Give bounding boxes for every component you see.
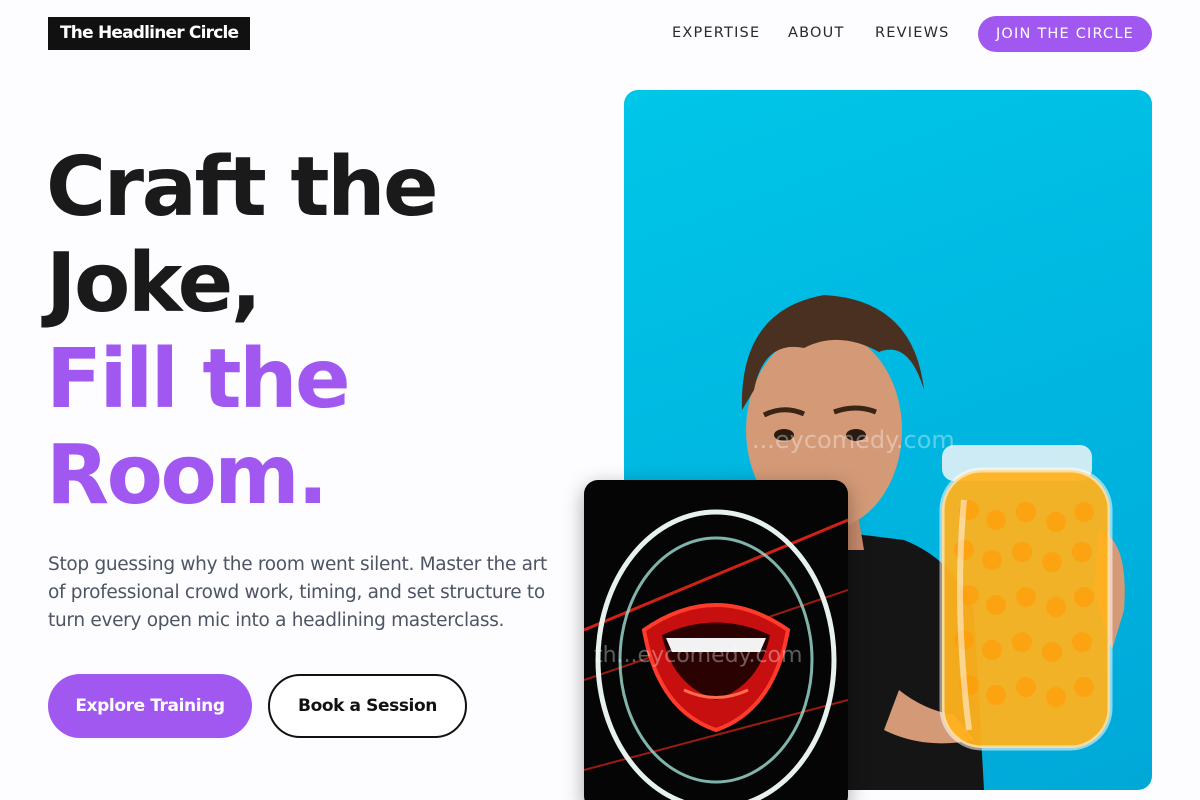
headline-line-3: Fill the [46,332,351,427]
brand-logo[interactable]: The Headliner Circle [48,17,251,50]
headline-line-4: Room. [46,428,328,523]
headline-line-1: Craft the [46,140,439,235]
comedy-store-sign-photo: th...eycomedy.com [584,480,848,800]
join-circle-button[interactable]: JOIN THE CIRCLE [978,16,1152,52]
book-session-button[interactable]: Book a Session [268,674,467,738]
top-navigation: The Headliner Circle EXPERTISE ABOUT REV… [0,0,1200,70]
headline-line-2: Joke, [46,236,262,331]
nav-link-expertise[interactable]: EXPERTISE [672,25,760,41]
neon-sign-illustration [584,509,848,800]
watermark-main: ...eycomedy.com [752,426,955,454]
watermark-sign: th...eycomedy.com [594,643,803,668]
nav-link-about[interactable]: ABOUT [788,25,845,41]
explore-training-button[interactable]: Explore Training [48,674,252,738]
hero-subcopy: Stop guessing why the room went silent. … [48,554,547,631]
nav-link-reviews[interactable]: REVIEWS [875,25,950,41]
hero-headline: Craft the Joke, Fill the Room. [46,140,439,524]
